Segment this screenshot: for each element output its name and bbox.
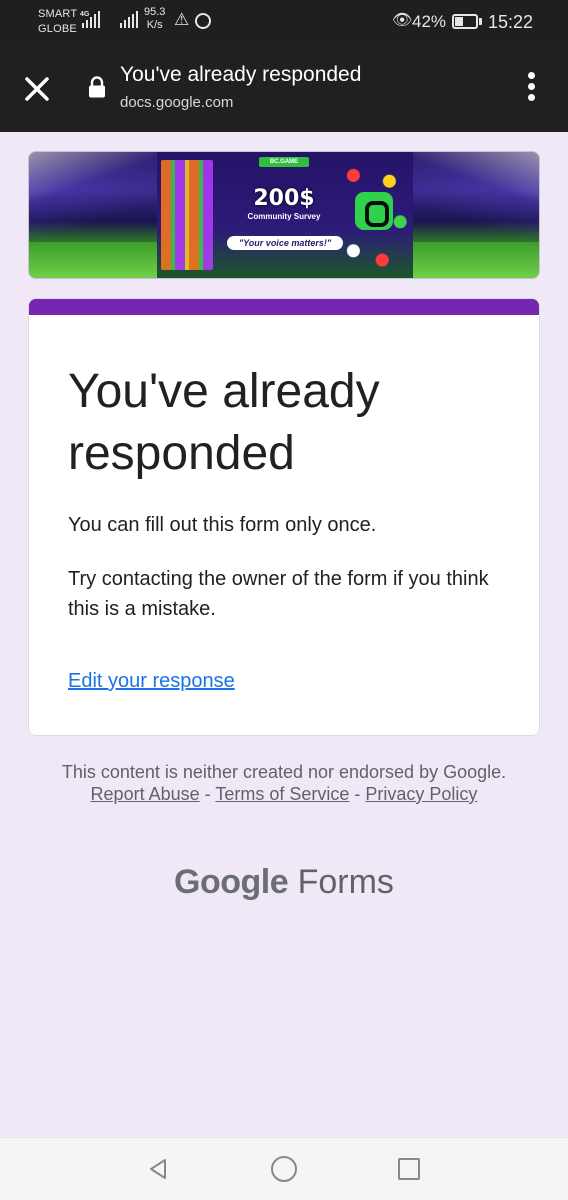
banner-tagline: "Your voice matters!" <box>227 236 343 250</box>
report-abuse-link[interactable]: Report Abuse <box>91 784 200 804</box>
google-wordmark: Google <box>174 863 289 901</box>
eye-comfort-icon: 👁 <box>392 12 413 29</box>
network-speed: 95.3 K/s <box>144 6 165 32</box>
signal-icon <box>120 10 138 28</box>
banner-lights-left <box>29 152 159 278</box>
banner-subtitle: Community Survey <box>247 212 321 221</box>
more-vert-icon[interactable] <box>522 72 542 104</box>
battery-percent: 42% <box>412 12 447 31</box>
sync-icon <box>195 13 211 29</box>
home-icon[interactable] <box>271 1156 297 1182</box>
banner-cards <box>161 160 213 270</box>
battery-icon <box>452 14 478 29</box>
page-url[interactable]: docs.google.com <box>120 93 233 113</box>
card-accent-bar <box>29 299 539 315</box>
disclaimer-text: This content is neither created nor endo… <box>61 762 507 782</box>
clock: 15:22 <box>488 12 534 32</box>
carrier-line-2: GLOBE <box>38 23 77 35</box>
banner-amount: 200$ <box>253 186 315 211</box>
recents-icon[interactable] <box>398 1158 420 1180</box>
system-nav-bar <box>0 1137 568 1200</box>
battery-tip <box>479 18 482 25</box>
network-speed-value: 95.3 <box>144 6 166 18</box>
privacy-policy-link[interactable]: Privacy Policy <box>365 784 477 804</box>
custom-tab-toolbar: You've already responded docs.google.com <box>0 44 568 132</box>
terms-of-service-link[interactable]: Terms of Service <box>215 784 349 804</box>
status-bar: SMART GLOBE 4G 95.3 K/s ⚠ 👁 42% 15:22 <box>0 0 568 44</box>
page-title: You've already responded <box>120 63 362 86</box>
banner-lights-right <box>409 152 539 278</box>
card-message-contact-owner: Try contacting the owner of the form if … <box>68 568 489 620</box>
forms-wordmark: Forms <box>297 863 394 901</box>
banner-brand-logo: BC.GAME <box>259 157 309 167</box>
card-message-once: You can fill out this form only once. <box>68 514 377 536</box>
carrier-line-1: SMART <box>38 8 78 20</box>
close-icon[interactable] <box>22 74 52 104</box>
card-title: You've already responded <box>68 365 380 480</box>
footer-separator: - <box>354 784 361 804</box>
form-header-image: BC.GAME 200$ Community Survey "Your voic… <box>28 151 540 279</box>
back-icon[interactable] <box>146 1157 170 1181</box>
network-speed-unit: K/s <box>146 19 163 31</box>
footer-separator: - <box>204 784 211 804</box>
footer-disclaimer: This content is neither created nor endo… <box>58 761 510 805</box>
lock-icon[interactable] <box>88 76 106 98</box>
edit-response-link[interactable]: Edit your response <box>68 666 235 696</box>
warning-icon: ⚠ <box>174 10 190 29</box>
signal-icon <box>82 10 100 28</box>
brand-b-icon <box>355 192 393 230</box>
response-card: You've already responded You can fill ou… <box>28 298 540 736</box>
carrier-label: SMART GLOBE <box>38 7 77 37</box>
google-forms-logo[interactable]: Google Forms <box>0 860 568 904</box>
